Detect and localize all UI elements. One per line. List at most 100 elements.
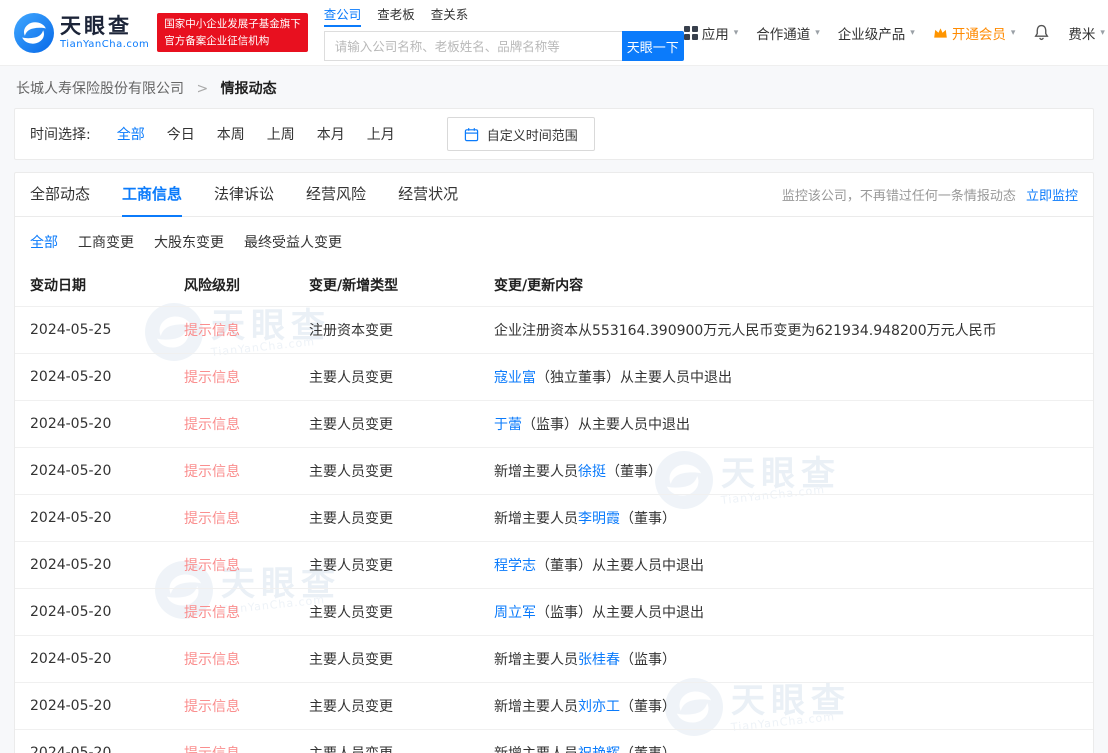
cell-change-date: 2024-05-20 [30,698,112,714]
time-option-this-month[interactable]: 本月 [313,122,349,146]
time-option-this-week[interactable]: 本周 [213,122,249,146]
search-input[interactable] [323,31,622,61]
table-row: 2024-05-20 提示信息 主要人员变更 程学志（董事）从主要人员中退出 [15,542,1093,589]
content-text: （董事） [620,746,676,753]
time-option-last-week[interactable]: 上周 [263,122,299,146]
nav-user-account[interactable]: 费米 ▾ [1068,23,1105,43]
nav-item-label: 费米 [1068,26,1096,43]
cell-change-date: 2024-05-20 [30,557,112,573]
cell-change-content: 寇业富（独立董事）从主要人员中退出 [494,367,1078,387]
crown-icon [933,26,948,39]
person-link[interactable]: 张桂春 [578,652,620,668]
table-row: 2024-05-25 提示信息 注册资本变更 企业注册资本从553164.390900… [15,307,1093,354]
table-row: 2024-05-20 提示信息 主要人员变更 新增主要人员张桂春（监事） [15,636,1093,683]
bell-icon [1033,24,1050,41]
tab-business-info[interactable]: 工商信息 [122,173,183,217]
person-link[interactable]: 于蕾 [494,417,522,433]
nav-item-label: 开通会员 [951,26,1006,43]
cell-change-content: 企业注册资本从553164.390900万元人民币变更为621934.94820… [494,320,1078,340]
search-tabs: 查公司 查老板 查关系 [323,4,684,27]
nav-partner-channel[interactable]: 合作通道 ▾ [756,23,820,43]
search-tab-boss[interactable]: 查老板 [377,4,415,27]
person-link[interactable]: 程学志 [494,558,536,574]
cell-change-content: 新增主要人员李明霞（董事） [494,508,1078,528]
cell-change-type: 主要人员变更 [309,464,393,480]
person-link[interactable]: 祝艳辉 [578,746,620,753]
col-change-content: 变更/更新内容 [494,277,584,294]
cell-risk-level[interactable]: 提示信息 [184,367,309,387]
search-tab-company[interactable]: 查公司 [323,4,362,27]
nav-item-label: 应用 [701,26,729,43]
chevron-down-icon: ▾ [815,27,820,38]
subtab-business-change[interactable]: 工商变更 [78,232,134,252]
cell-change-date: 2024-05-20 [30,604,112,620]
time-filter-card: 时间选择: 全部 今日 本周 上周 本月 上月 自定义时间范围 [14,108,1094,160]
main-card: 天眼查 TianYanCha.com 天眼查 TianYanCha.com 天眼查 Tia… [14,172,1094,753]
subtab-ultimate-beneficiary-change[interactable]: 最终受益人变更 [244,232,342,252]
tianyancha-logo[interactable]: 天眼查 TianYanCha.com [14,12,149,53]
tianyancha-logo-icon [14,12,54,53]
table-row: 2024-05-20 提示信息 主要人员变更 周立军（监事）从主要人员中退出 [15,589,1093,636]
cell-risk-level[interactable]: 提示信息 [184,461,309,481]
table-row: 2024-05-20 提示信息 主要人员变更 于蕾（监事）从主要人员中退出 [15,401,1093,448]
cell-risk-level[interactable]: 提示信息 [184,743,309,753]
tab-operation-risk[interactable]: 经营风险 [306,173,366,217]
breadcrumb-company-link[interactable]: 长城人寿保险股份有限公司 [16,81,184,97]
nav-enterprise-products[interactable]: 企业级产品 ▾ [838,23,915,43]
cell-risk-level[interactable]: 提示信息 [184,555,309,575]
monitor-text: 监控该公司，不再错过任何一条情报动态 [781,189,1016,204]
calendar-icon [464,127,479,142]
cell-risk-level[interactable]: 提示信息 [184,414,309,434]
cell-risk-level[interactable]: 提示信息 [184,508,309,528]
category-tabs: 全部动态 工商信息 法律诉讼 经营风险 经营状况 [30,173,458,217]
monitor-now-link[interactable]: 立即监控 [1026,189,1078,204]
cell-change-content: 新增主要人员张桂春（监事） [494,649,1078,669]
content-text: （董事） [620,511,676,527]
cell-change-date: 2024-05-20 [30,463,112,479]
person-link[interactable]: 周立军 [494,605,536,621]
cell-change-type: 主要人员变更 [309,743,494,753]
time-option-last-month[interactable]: 上月 [363,122,399,146]
content-text: （监事）从主要人员中退出 [522,417,690,433]
col-risk-level: 风险级别 [184,277,240,294]
cell-change-date: 2024-05-20 [30,369,112,385]
chevron-down-icon: ▾ [910,27,915,38]
cell-risk-level[interactable]: 提示信息 [184,320,309,340]
cell-change-content: 于蕾（监事）从主要人员中退出 [494,414,1078,434]
tab-legal-litigation[interactable]: 法律诉讼 [214,173,274,217]
person-link[interactable]: 寇业富 [494,370,536,386]
table-header: 变动日期 风险级别 变更/新增类型 变更/更新内容 [15,263,1093,307]
cell-risk-level[interactable]: 提示信息 [184,602,309,622]
nav-notification-bell[interactable] [1033,24,1050,41]
search-tab-relation[interactable]: 查关系 [431,4,469,27]
content-text: 新增主要人员 [494,699,578,715]
cell-risk-level[interactable]: 提示信息 [184,696,309,716]
breadcrumb-separator: > [196,81,209,97]
table-row: 2024-05-20 提示信息 主要人员变更 新增主要人员李明霞（董事） [15,495,1093,542]
cell-change-content: 新增主要人员徐挺（董事） [494,461,1078,481]
search-button[interactable]: 天眼一下 [621,31,684,61]
cell-change-content: 新增主要人员刘亦工（董事） [494,696,1078,716]
nav-apps[interactable]: 应用 ▾ [683,23,739,43]
cell-risk-level[interactable]: 提示信息 [184,649,309,669]
cell-change-type: 主要人员变更 [309,699,393,715]
content-text: 新增主要人员 [494,464,578,480]
subtab-all[interactable]: 全部 [30,232,58,252]
content-text: （董事） [620,699,676,715]
custom-time-range-button[interactable]: 自定义时间范围 [446,117,595,151]
person-link[interactable]: 刘亦工 [578,699,620,715]
col-change-type: 变更/新增类型 [309,277,399,294]
tab-operation-status[interactable]: 经营状况 [398,173,458,217]
chevron-down-icon: ▾ [733,27,739,38]
table-row: 2024-05-20 提示信息 主要人员变更 新增主要人员徐挺（董事） [15,448,1093,495]
time-option-today[interactable]: 今日 [163,122,199,146]
tab-all-updates[interactable]: 全部动态 [30,173,90,217]
subtab-major-shareholder-change[interactable]: 大股东变更 [154,232,224,252]
person-link[interactable]: 徐挺 [578,464,606,480]
content-text: （独立董事）从主要人员中退出 [536,370,732,386]
nav-open-membership[interactable]: 开通会员 ▾ [933,23,1015,43]
time-option-all[interactable]: 全部 [113,122,149,146]
person-link[interactable]: 李明霞 [578,511,620,527]
cell-change-date: 2024-05-20 [30,651,112,667]
content-text: （董事） [606,464,662,480]
